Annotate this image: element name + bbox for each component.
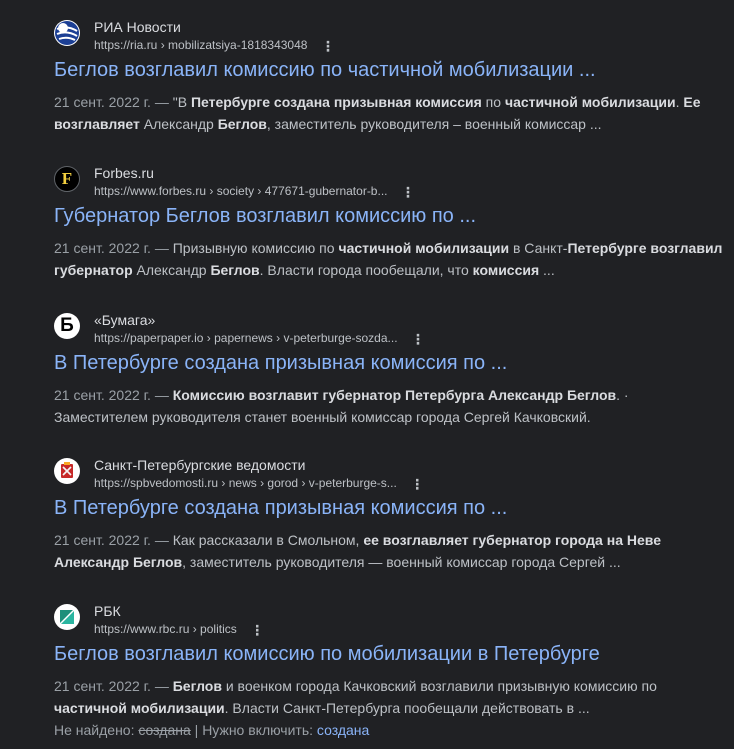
url-path: › mobilizatsiya-1818343048 (160, 38, 308, 52)
spb-coat-of-arms-icon (54, 458, 80, 484)
snippet-highlight: Беглов (210, 262, 260, 278)
rbc-logo-icon (54, 604, 80, 630)
result-url: https://ria.ru › mobilizatsiya-181834304… (94, 37, 335, 53)
result-date: 21 сент. 2022 г. — (54, 532, 169, 548)
snippet-text: , заместитель руководителя — военный ком… (182, 554, 621, 570)
more-options-icon[interactable]: ⋮ (411, 332, 425, 346)
more-options-icon[interactable]: ⋮ (321, 39, 335, 53)
ria-globe-icon (54, 20, 80, 46)
snippet-text: Александр (139, 116, 218, 132)
bumaga-b-icon: Б (54, 313, 80, 339)
result-date: 21 сент. 2022 г. — (54, 240, 169, 256)
search-results-page: РИА Новости https://ria.ru › mobilizatsi… (0, 0, 734, 749)
search-result: F Forbes.ru https://www.forbes.ru › soci… (54, 164, 724, 281)
result-url: https://www.forbes.ru › society › 477671… (94, 183, 415, 199)
snippet-highlight: частичной мобилизации (504, 94, 676, 110)
snippet-highlight: комиссия (472, 262, 540, 278)
result-source[interactable]: Б «Бумага» https://paperpaper.io › paper… (54, 311, 724, 346)
result-snippet: 21 сент. 2022 г. — Как рассказали в Смол… (54, 529, 724, 573)
url-path: › politics (192, 622, 237, 636)
more-options-icon[interactable]: ⋮ (410, 477, 424, 491)
result-source[interactable]: РБК https://www.rbc.ru › politics ⋮ (54, 602, 724, 637)
url-path: › news › gorod › v-peterburge-s... (221, 476, 397, 490)
result-title-link[interactable]: Беглов возглавил комиссию по частичной м… (54, 57, 724, 83)
result-snippet: 21 сент. 2022 г. — Комиссию возглавит гу… (54, 384, 724, 428)
search-result: РБК https://www.rbc.ru › politics ⋮ Бегл… (54, 602, 724, 741)
result-snippet: 21 сент. 2022 г. — Беглов и военком горо… (54, 675, 724, 719)
missing-terms-line: Не найдено: создана | Нужно включить: со… (54, 719, 724, 741)
snippet-text: Призывную комиссию по (172, 240, 339, 256)
result-title-link[interactable]: В Петербурге создана призывная комиссия … (54, 350, 724, 376)
result-date: 21 сент. 2022 г. — (54, 678, 169, 694)
result-title-link[interactable]: Беглов возглавил комиссию по мобилизации… (54, 641, 724, 667)
site-name: РБК (94, 603, 121, 619)
result-source[interactable]: F Forbes.ru https://www.forbes.ru › soci… (54, 164, 724, 199)
result-url: https://www.rbc.ru › politics ⋮ (94, 621, 264, 637)
search-result: Санкт-Петербургские ведомости https://sp… (54, 456, 724, 573)
result-snippet: 21 сент. 2022 г. — "В Петербурге создана… (54, 91, 724, 135)
snippet-text: "В (172, 94, 191, 110)
result-url: https://paperpaper.io › papernews › v-pe… (94, 330, 425, 346)
snippet-text: Как рассказали в Смольном, (172, 532, 364, 548)
snippet-text: . Власти города пообещали, что (259, 262, 473, 278)
more-options-icon[interactable]: ⋮ (250, 623, 264, 637)
search-result: РИА Новости https://ria.ru › mobilizatsi… (54, 18, 724, 135)
result-snippet: 21 сент. 2022 г. — Призывную комиссию по… (54, 237, 724, 281)
snippet-text: в Санкт- (509, 240, 568, 256)
not-found-term: создана (138, 722, 191, 738)
snippet-highlight: частичной мобилизации (54, 700, 225, 716)
url-domain: https://paperpaper.io (94, 331, 204, 345)
url-path: › society › 477671-gubernator-b... (209, 184, 388, 198)
url-domain: https://spbvedomosti.ru (94, 476, 219, 490)
snippet-text: ... (539, 262, 555, 278)
forbes-f-icon: F (54, 166, 80, 192)
site-name: Forbes.ru (94, 165, 154, 181)
site-name: РИА Новости (94, 19, 181, 35)
result-date: 21 сент. 2022 г. — (54, 387, 169, 403)
snippet-text: Александр (132, 262, 211, 278)
snippet-highlight: Беглов (172, 678, 222, 694)
snippet-highlight: Комиссию возглавит губернатор Петербурга… (172, 387, 617, 403)
must-include-link[interactable]: создана (317, 722, 369, 738)
url-domain: https://www.forbes.ru (94, 184, 207, 198)
snippet-text: . Власти Санкт-Петербурга пообещали дейс… (224, 700, 590, 716)
result-date: 21 сент. 2022 г. — (54, 94, 169, 110)
snippet-highlight: частичной мобилизации (338, 240, 510, 256)
url-domain: https://ria.ru (94, 38, 158, 52)
snippet-highlight: Петербурге создана призывная комиссия (190, 94, 482, 110)
snippet-highlight: Беглов (217, 116, 267, 132)
more-options-icon[interactable]: ⋮ (401, 185, 415, 199)
snippet-text: и военком города Качковский возглавили п… (221, 678, 657, 694)
result-url: https://spbvedomosti.ru › news › gorod ›… (94, 475, 424, 491)
missing-divider: | (194, 722, 199, 738)
url-path: › papernews › v-peterburge-sozda... (206, 331, 398, 345)
snippet-text: , заместитель руководителя – военный ком… (266, 116, 602, 132)
site-name: Санкт-Петербургские ведомости (94, 457, 306, 473)
result-source[interactable]: РИА Новости https://ria.ru › mobilizatsi… (54, 18, 724, 53)
must-include-label: Нужно включить: (202, 722, 314, 738)
search-result: Б «Бумага» https://paperpaper.io › paper… (54, 311, 724, 428)
not-found-label: Не найдено: (54, 722, 135, 738)
result-title-link[interactable]: Губернатор Беглов возглавил комиссию по … (54, 203, 724, 229)
url-domain: https://www.rbc.ru (94, 622, 190, 636)
site-name: «Бумага» (94, 312, 156, 328)
result-source[interactable]: Санкт-Петербургские ведомости https://sp… (54, 456, 724, 491)
snippet-text: по (481, 94, 505, 110)
result-title-link[interactable]: В Петербурге создана призывная комиссия … (54, 495, 724, 521)
